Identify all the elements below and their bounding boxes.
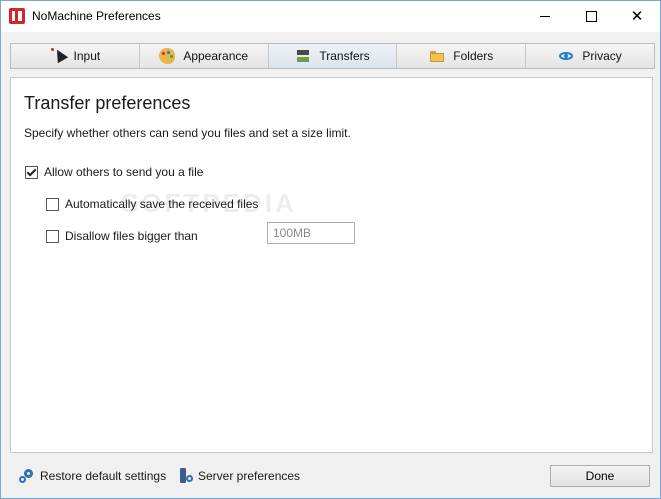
restore-defaults-label: Restore default settings [40, 469, 167, 483]
tab-input[interactable]: Input [11, 44, 140, 68]
close-button[interactable]: ✕ [614, 1, 660, 32]
eye-icon [558, 48, 574, 64]
size-limit-label: Disallow files bigger than [65, 229, 198, 243]
gears-icon [19, 468, 35, 484]
tab-label: Folders [453, 49, 494, 63]
tab-strip: Input Appearance Transfers Folders Priva… [10, 43, 655, 69]
transfer-icon [295, 48, 311, 64]
tab-folders[interactable]: Folders [397, 44, 527, 68]
nomachine-logo-icon [9, 8, 25, 24]
tab-label: Input [73, 49, 101, 63]
maximize-icon [585, 11, 597, 22]
title-bar: NoMachine Preferences ✕ [1, 1, 660, 32]
allow-files-label: Allow others to send you a file [44, 165, 204, 179]
size-limit-checkbox[interactable] [46, 229, 59, 243]
tab-appearance[interactable]: Appearance [139, 44, 269, 68]
tab-label: Appearance [183, 49, 249, 63]
preferences-window: NoMachine Preferences ✕ Input Appearance… [0, 0, 661, 499]
close-icon: ✕ [630, 8, 644, 25]
minimize-button[interactable] [522, 1, 568, 32]
minimize-icon [540, 16, 550, 17]
server-settings-icon [178, 468, 194, 484]
transfers-panel: Transfer preferences Specify whether oth… [10, 77, 653, 453]
auto-save-label: Automatically save the received files [65, 197, 259, 211]
auto-save-checkbox[interactable] [46, 197, 59, 211]
size-limit-input[interactable] [267, 222, 355, 244]
tab-transfers[interactable]: Transfers [268, 44, 398, 68]
palette-icon [159, 48, 176, 64]
size-limit-option[interactable]: Disallow files bigger than [46, 229, 198, 243]
allow-files-checkbox[interactable] [25, 165, 38, 179]
server-preferences-link[interactable]: Server preferences [178, 468, 300, 484]
tab-privacy[interactable]: Privacy [526, 44, 654, 68]
done-button[interactable]: Done [550, 465, 650, 487]
tab-label: Transfers [319, 49, 370, 63]
tab-label: Privacy [582, 49, 622, 63]
folder-icon [429, 48, 445, 64]
page-title: Transfer preferences [24, 93, 191, 113]
cursor-icon [50, 48, 66, 64]
auto-save-option[interactable]: Automatically save the received files [46, 197, 258, 211]
allow-files-option[interactable]: Allow others to send you a file [25, 165, 203, 179]
server-preferences-label: Server preferences [198, 469, 301, 483]
maximize-button[interactable] [568, 1, 614, 32]
restore-defaults-link[interactable]: Restore default settings [19, 468, 166, 484]
page-description: Specify whether others can send you file… [24, 126, 351, 140]
window-title: NoMachine Preferences [32, 9, 161, 23]
